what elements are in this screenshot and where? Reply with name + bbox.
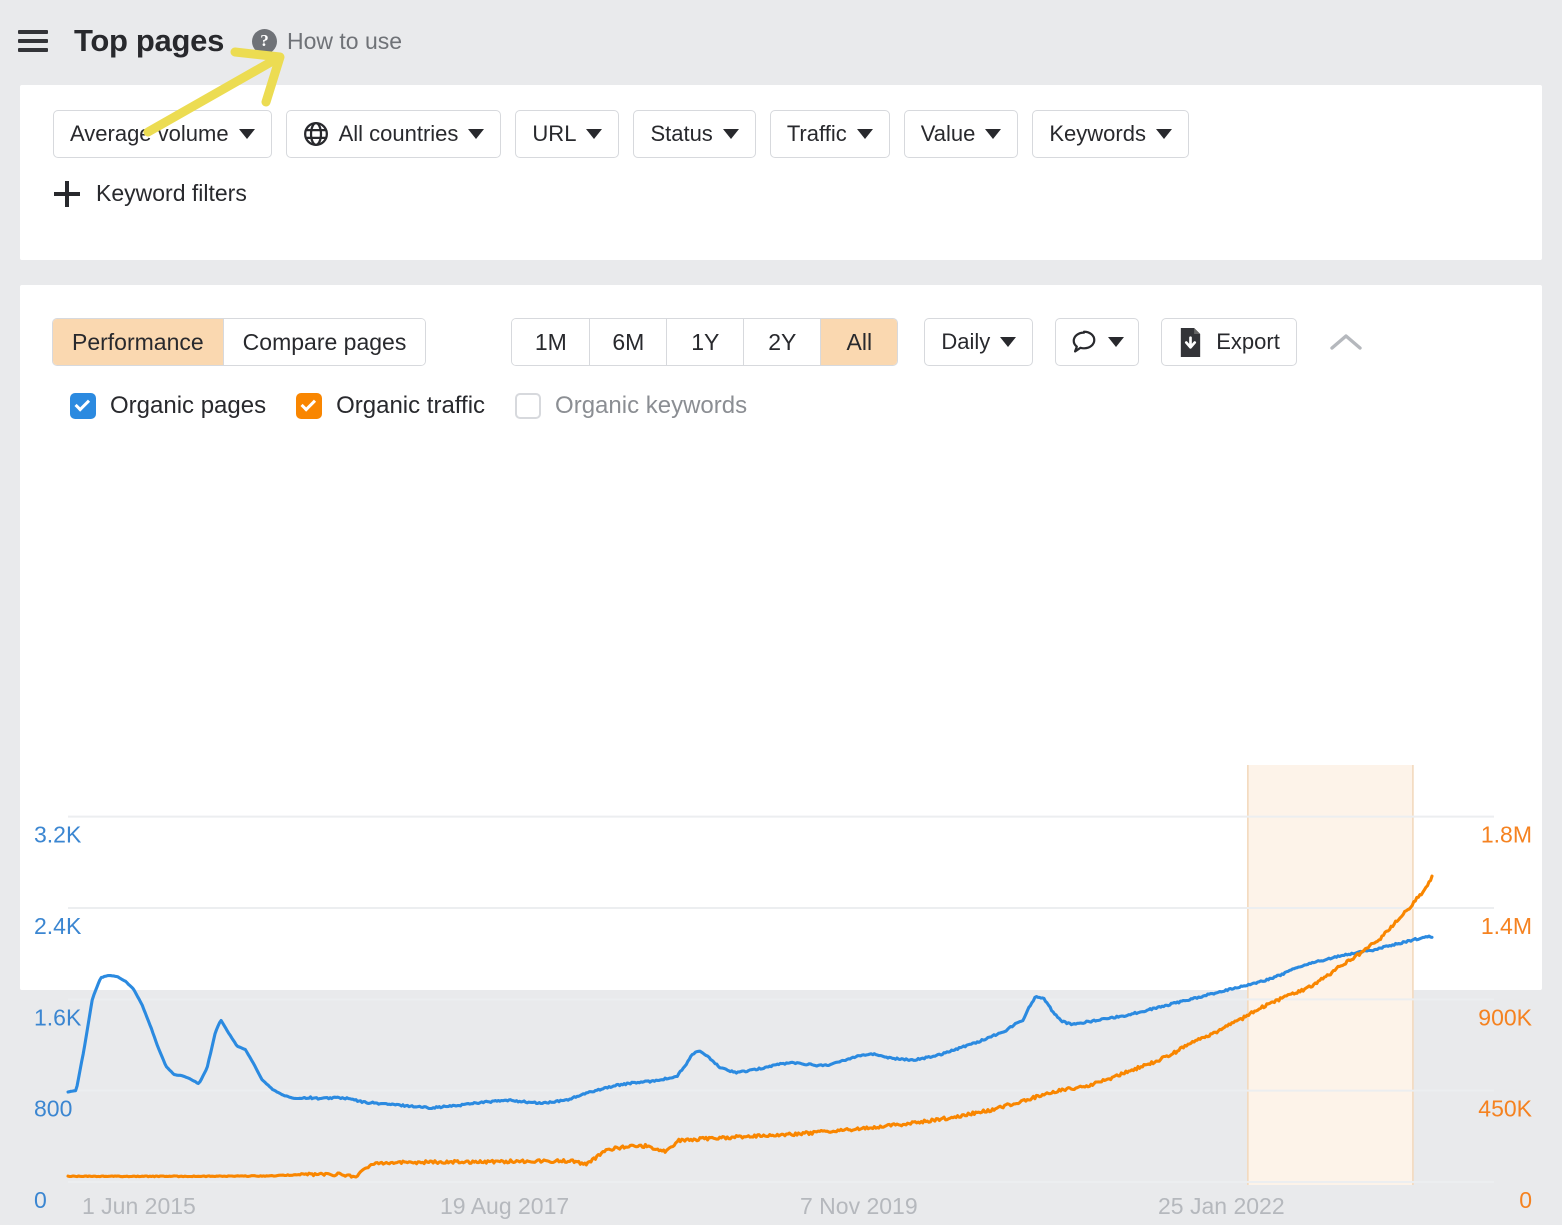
range-label: 2Y — [768, 329, 796, 356]
range-label: 1Y — [691, 329, 719, 356]
svg-text:0: 0 — [34, 1187, 47, 1213]
chart-toolbar: Performance Compare pages 1M 6M 1Y 2Y Al… — [20, 285, 1542, 366]
chevron-down-icon — [586, 129, 602, 139]
check-icon — [301, 396, 317, 412]
filter-label: URL — [532, 121, 576, 147]
svg-text:3.2K: 3.2K — [34, 822, 82, 848]
legend-label: Organic traffic — [336, 392, 485, 420]
filter-url[interactable]: URL — [515, 110, 619, 158]
globe-icon — [303, 121, 329, 147]
chart-panel: Performance Compare pages 1M 6M 1Y 2Y Al… — [20, 285, 1542, 990]
app-header: Top pages ? How to use — [0, 0, 1562, 82]
svg-text:19 Aug 2017: 19 Aug 2017 — [440, 1193, 569, 1219]
filter-button-row: Average volume All countries URL Status … — [20, 85, 1542, 158]
granularity-dropdown[interactable]: Daily — [924, 318, 1033, 366]
series-organic-traffic — [68, 876, 1432, 1177]
check-icon — [75, 396, 91, 412]
chevron-down-icon — [723, 129, 739, 139]
checkbox-organic-keywords[interactable] — [515, 393, 541, 419]
range-2y[interactable]: 2Y — [743, 319, 820, 365]
legend-label: Organic keywords — [555, 392, 747, 420]
range-label: 1M — [535, 329, 567, 356]
filter-label: All countries — [339, 121, 459, 147]
legend-label: Organic pages — [110, 392, 266, 420]
svg-text:450K: 450K — [1478, 1096, 1532, 1122]
hamburger-menu-icon[interactable] — [18, 30, 48, 52]
help-icon[interactable]: ? — [252, 29, 277, 54]
range-label: 6M — [612, 329, 644, 356]
filter-label: Traffic — [787, 121, 847, 147]
export-label: Export — [1216, 329, 1280, 355]
range-all[interactable]: All — [820, 319, 897, 365]
checkbox-organic-traffic[interactable] — [296, 393, 322, 419]
svg-text:1.4M: 1.4M — [1481, 913, 1532, 939]
svg-text:800: 800 — [34, 1096, 72, 1122]
collapse-chevron-up-icon[interactable] — [1325, 321, 1367, 363]
chart-legend: Organic pages Organic traffic Organic ke… — [20, 366, 1542, 420]
chevron-down-icon — [1108, 337, 1124, 347]
y-axis-right-ticks: 0 450K 900K 1.4M 1.8M — [1478, 822, 1532, 1213]
file-download-icon — [1178, 328, 1203, 357]
filter-label: Keywords — [1049, 121, 1146, 147]
chevron-down-icon — [1000, 337, 1016, 347]
filter-label: Status — [650, 121, 712, 147]
filter-value[interactable]: Value — [904, 110, 1019, 158]
filter-keywords[interactable]: Keywords — [1032, 110, 1189, 158]
how-to-use-label: How to use — [287, 28, 402, 55]
range-1m[interactable]: 1M — [512, 319, 589, 365]
hamburger-bar — [18, 39, 48, 43]
chart-series — [68, 876, 1432, 1177]
svg-text:7 Nov 2019: 7 Nov 2019 — [800, 1193, 918, 1219]
filter-status[interactable]: Status — [633, 110, 755, 158]
range-1y[interactable]: 1Y — [666, 319, 743, 365]
hamburger-bar — [18, 30, 48, 34]
how-to-use-link[interactable]: ? How to use — [252, 28, 402, 55]
filters-panel: Average volume All countries URL Status … — [20, 85, 1542, 260]
filter-all-countries[interactable]: All countries — [286, 110, 502, 158]
svg-text:900K: 900K — [1478, 1004, 1532, 1030]
plus-icon — [54, 181, 80, 207]
filter-traffic[interactable]: Traffic — [770, 110, 890, 158]
range-label: All — [847, 329, 873, 356]
legend-organic-pages[interactable]: Organic pages — [70, 392, 266, 420]
series-organic-pages — [68, 936, 1432, 1108]
page-title: Top pages — [74, 23, 224, 59]
svg-text:1 Jun 2015: 1 Jun 2015 — [82, 1193, 196, 1219]
annotations-dropdown[interactable] — [1055, 318, 1139, 366]
chevron-down-icon — [239, 129, 255, 139]
tab-compare-pages[interactable]: Compare pages — [223, 319, 426, 365]
y-axis-left-ticks: 0 800 1.6K 2.4K 3.2K — [34, 822, 82, 1213]
hamburger-bar — [18, 48, 48, 52]
add-keyword-filters-button[interactable]: Keyword filters — [20, 158, 1542, 207]
chevron-down-icon — [857, 129, 873, 139]
svg-text:1.6K: 1.6K — [34, 1004, 82, 1030]
export-button[interactable]: Export — [1161, 318, 1297, 366]
legend-organic-keywords[interactable]: Organic keywords — [515, 392, 747, 420]
tab-performance[interactable]: Performance — [53, 319, 223, 365]
tab-label: Compare pages — [243, 329, 407, 356]
chevron-down-icon — [985, 129, 1001, 139]
x-axis-ticks: 1 Jun 2015 19 Aug 2017 7 Nov 2019 25 Jan 20… — [82, 1193, 1285, 1219]
granularity-label: Daily — [941, 329, 990, 355]
chart-plot-area[interactable]: 0 800 1.6K 2.4K 3.2K 0 450K 900K 1.4M 1.8M 1 Jun… — [20, 725, 1542, 1225]
svg-text:1.8M: 1.8M — [1481, 822, 1532, 848]
checkbox-organic-pages[interactable] — [70, 393, 96, 419]
chevron-down-icon — [1156, 129, 1172, 139]
performance-line-chart[interactable]: 0 800 1.6K 2.4K 3.2K 0 450K 900K 1.4M 1.8M 1 Jun… — [20, 725, 1542, 1225]
legend-organic-traffic[interactable]: Organic traffic — [296, 392, 485, 420]
filter-label: Value — [921, 121, 976, 147]
svg-text:25 Jan 2022: 25 Jan 2022 — [1158, 1193, 1285, 1219]
chevron-down-icon — [468, 129, 484, 139]
range-6m[interactable]: 6M — [589, 319, 666, 365]
keyword-filters-label: Keyword filters — [96, 180, 247, 207]
tab-label: Performance — [72, 329, 204, 356]
svg-text:2.4K: 2.4K — [34, 913, 82, 939]
filter-average-volume[interactable]: Average volume — [53, 110, 272, 158]
view-tab-group: Performance Compare pages — [52, 318, 426, 366]
filter-label: Average volume — [70, 121, 229, 147]
svg-text:0: 0 — [1519, 1187, 1532, 1213]
speech-bubble-icon — [1070, 328, 1098, 356]
time-range-group: 1M 6M 1Y 2Y All — [511, 318, 898, 366]
